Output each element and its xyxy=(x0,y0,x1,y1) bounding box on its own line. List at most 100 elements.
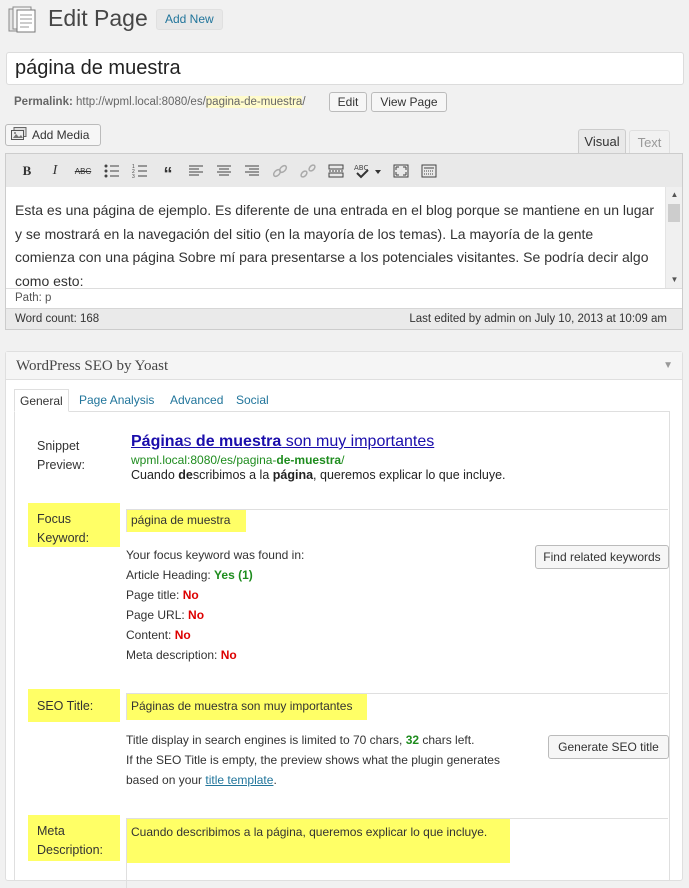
info-text: based on your xyxy=(126,773,206,787)
focus-keyword-input[interactable]: página de muestra xyxy=(126,509,668,532)
align-right-icon[interactable] xyxy=(242,161,262,181)
check-label: Page title: xyxy=(126,588,183,602)
seo-metabox-title: WordPress SEO by Yoast xyxy=(16,358,169,374)
snippet-preview-label: Snippet Preview: xyxy=(37,437,85,475)
permalink-slug[interactable]: pagina-de-muestra xyxy=(205,96,303,108)
seo-title-template-info: based on your title template. xyxy=(126,770,277,790)
focus-label-line2: Keyword: xyxy=(37,531,90,545)
meta-description-label: Meta Description: xyxy=(37,822,103,860)
info-text: Title display in search engines is limit… xyxy=(126,733,406,747)
seo-title-label: SEO Title: xyxy=(37,699,94,713)
snippet-desc-part3: , queremos explicar lo que incluye. xyxy=(313,468,506,482)
seo-title-empty-info: If the SEO Title is empty, the preview s… xyxy=(126,753,500,767)
permalink-label: Permalink: xyxy=(14,96,73,108)
media-icon xyxy=(11,127,27,141)
word-count: Word count: 168 xyxy=(15,313,100,325)
tab-text[interactable]: Text xyxy=(629,130,670,154)
snippet-title-part3: son muy importantes xyxy=(281,433,435,450)
permalink: Permalink: http://wpml.local:8080/es/pag… xyxy=(14,94,306,110)
snippet-url-bold: de-muestra xyxy=(276,453,342,467)
view-page-button[interactable]: View Page xyxy=(371,92,447,112)
chars-left-count: 32 xyxy=(405,733,420,747)
unlink-icon[interactable] xyxy=(298,161,318,181)
seo-title-limit-info: Title display in search engines is limit… xyxy=(126,730,474,750)
keyword-found-intro: Your focus keyword was found in: xyxy=(126,548,305,562)
snippet-desc-bold2: página xyxy=(272,468,314,482)
collapse-arrow-icon[interactable]: ▼ xyxy=(663,360,673,371)
snippet-label-line2: Preview: xyxy=(37,458,85,472)
snippet-title-part2: s xyxy=(183,433,196,450)
link-icon[interactable] xyxy=(270,161,290,181)
edit-permalink-button[interactable]: Edit xyxy=(329,92,367,112)
meta-label-line2: Description: xyxy=(37,843,103,857)
check-label: Meta description: xyxy=(126,648,221,662)
snippet-url-part1: wpml.local:8080/es/pagina- xyxy=(131,453,277,467)
svg-text:3: 3 xyxy=(132,174,135,178)
add-new-button[interactable]: Add New xyxy=(156,9,223,30)
post-title-input[interactable]: página de muestra xyxy=(6,52,684,85)
editor-toolbar: B I ABC 123 “ ABC xyxy=(6,154,682,187)
kitchen-sink-icon[interactable] xyxy=(419,161,439,181)
snippet-url-part2: / xyxy=(341,453,345,467)
bullet-list-icon[interactable] xyxy=(102,161,122,181)
info-text: chars left. xyxy=(419,733,475,747)
editor-content[interactable]: Esta es una página de ejemplo. Es difere… xyxy=(6,187,682,288)
pages-icon xyxy=(8,6,38,34)
check-meta-description: Meta description: No xyxy=(126,648,237,662)
focus-keyword-label: Focus Keyword: xyxy=(37,510,89,548)
editor-status-bar: Word count: 168 Last edited by admin on … xyxy=(6,308,682,329)
check-label: Article Heading: xyxy=(126,568,215,582)
permalink-trailing: / xyxy=(302,96,306,108)
title-template-link[interactable]: title template xyxy=(205,773,273,787)
tab-page-analysis[interactable]: Page Analysis xyxy=(79,389,154,412)
scroll-thumb[interactable] xyxy=(668,204,680,222)
tab-general[interactable]: General xyxy=(14,389,69,412)
spellcheck-icon[interactable]: ABC xyxy=(354,161,384,181)
check-label: Content: xyxy=(126,628,175,642)
check-page-title: Page title: No xyxy=(126,588,199,602)
scroll-up-icon[interactable]: ▲ xyxy=(666,187,682,203)
generate-seo-title-button[interactable]: Generate SEO title xyxy=(548,735,669,759)
snippet-title-bold2: de muestra xyxy=(195,433,282,450)
bold-icon[interactable]: B xyxy=(17,161,37,181)
tab-social[interactable]: Social xyxy=(236,389,269,412)
tab-advanced[interactable]: Advanced xyxy=(170,389,223,412)
numbered-list-icon[interactable]: 123 xyxy=(130,161,150,181)
snippet-desc-part1: Cuando xyxy=(131,468,179,482)
check-result: No xyxy=(182,588,199,602)
snippet-title[interactable]: Páginas de muestra son muy importantes xyxy=(131,433,434,451)
meta-description-input[interactable]: Cuando describimos a la página, queremos… xyxy=(126,818,668,888)
check-result: No xyxy=(174,628,191,642)
seo-title-input[interactable]: Páginas de muestra son muy importantes xyxy=(126,693,668,720)
check-label: Page URL: xyxy=(126,608,189,622)
find-related-keywords-button[interactable]: Find related keywords xyxy=(535,545,669,569)
align-left-icon[interactable] xyxy=(186,161,206,181)
meta-label-line1: Meta xyxy=(37,824,65,838)
snippet-title-bold1: Página xyxy=(131,433,184,450)
editor-scrollbar[interactable]: ▲ ▼ xyxy=(665,187,682,288)
italic-icon[interactable]: I xyxy=(45,161,65,181)
check-result: No xyxy=(188,608,205,622)
page-title: Edit Page xyxy=(48,5,148,31)
fullscreen-icon[interactable] xyxy=(391,161,411,181)
seo-metabox-header[interactable]: WordPress SEO by Yoast ▼ xyxy=(6,352,682,380)
editor-text[interactable]: Esta es una página de ejemplo. Es difere… xyxy=(15,199,655,288)
tab-visual[interactable]: Visual xyxy=(578,129,626,154)
editor-path: Path: p xyxy=(6,288,682,308)
focus-label-line1: Focus xyxy=(37,512,72,526)
last-edited: Last edited by admin on July 10, 2013 at… xyxy=(409,313,667,325)
strikethrough-icon[interactable]: ABC xyxy=(73,161,93,181)
snippet-description: Cuando describimos a la página, queremos… xyxy=(131,468,506,482)
check-article-heading: Article Heading: Yes (1) xyxy=(126,568,253,582)
snippet-label-line1: Snippet xyxy=(37,439,80,453)
blockquote-icon[interactable]: “ xyxy=(158,161,178,184)
check-result: Yes (1) xyxy=(214,568,253,582)
snippet-desc-bold1: de xyxy=(178,468,193,482)
snippet-url: wpml.local:8080/es/pagina-de-muestra/ xyxy=(131,453,344,467)
check-result: No xyxy=(220,648,237,662)
scroll-down-icon[interactable]: ▼ xyxy=(666,272,682,288)
insert-more-icon[interactable] xyxy=(326,161,346,181)
align-center-icon[interactable] xyxy=(214,161,234,181)
permalink-base: http://wpml.local:8080/es/ xyxy=(76,96,206,108)
check-page-url: Page URL: No xyxy=(126,608,204,622)
